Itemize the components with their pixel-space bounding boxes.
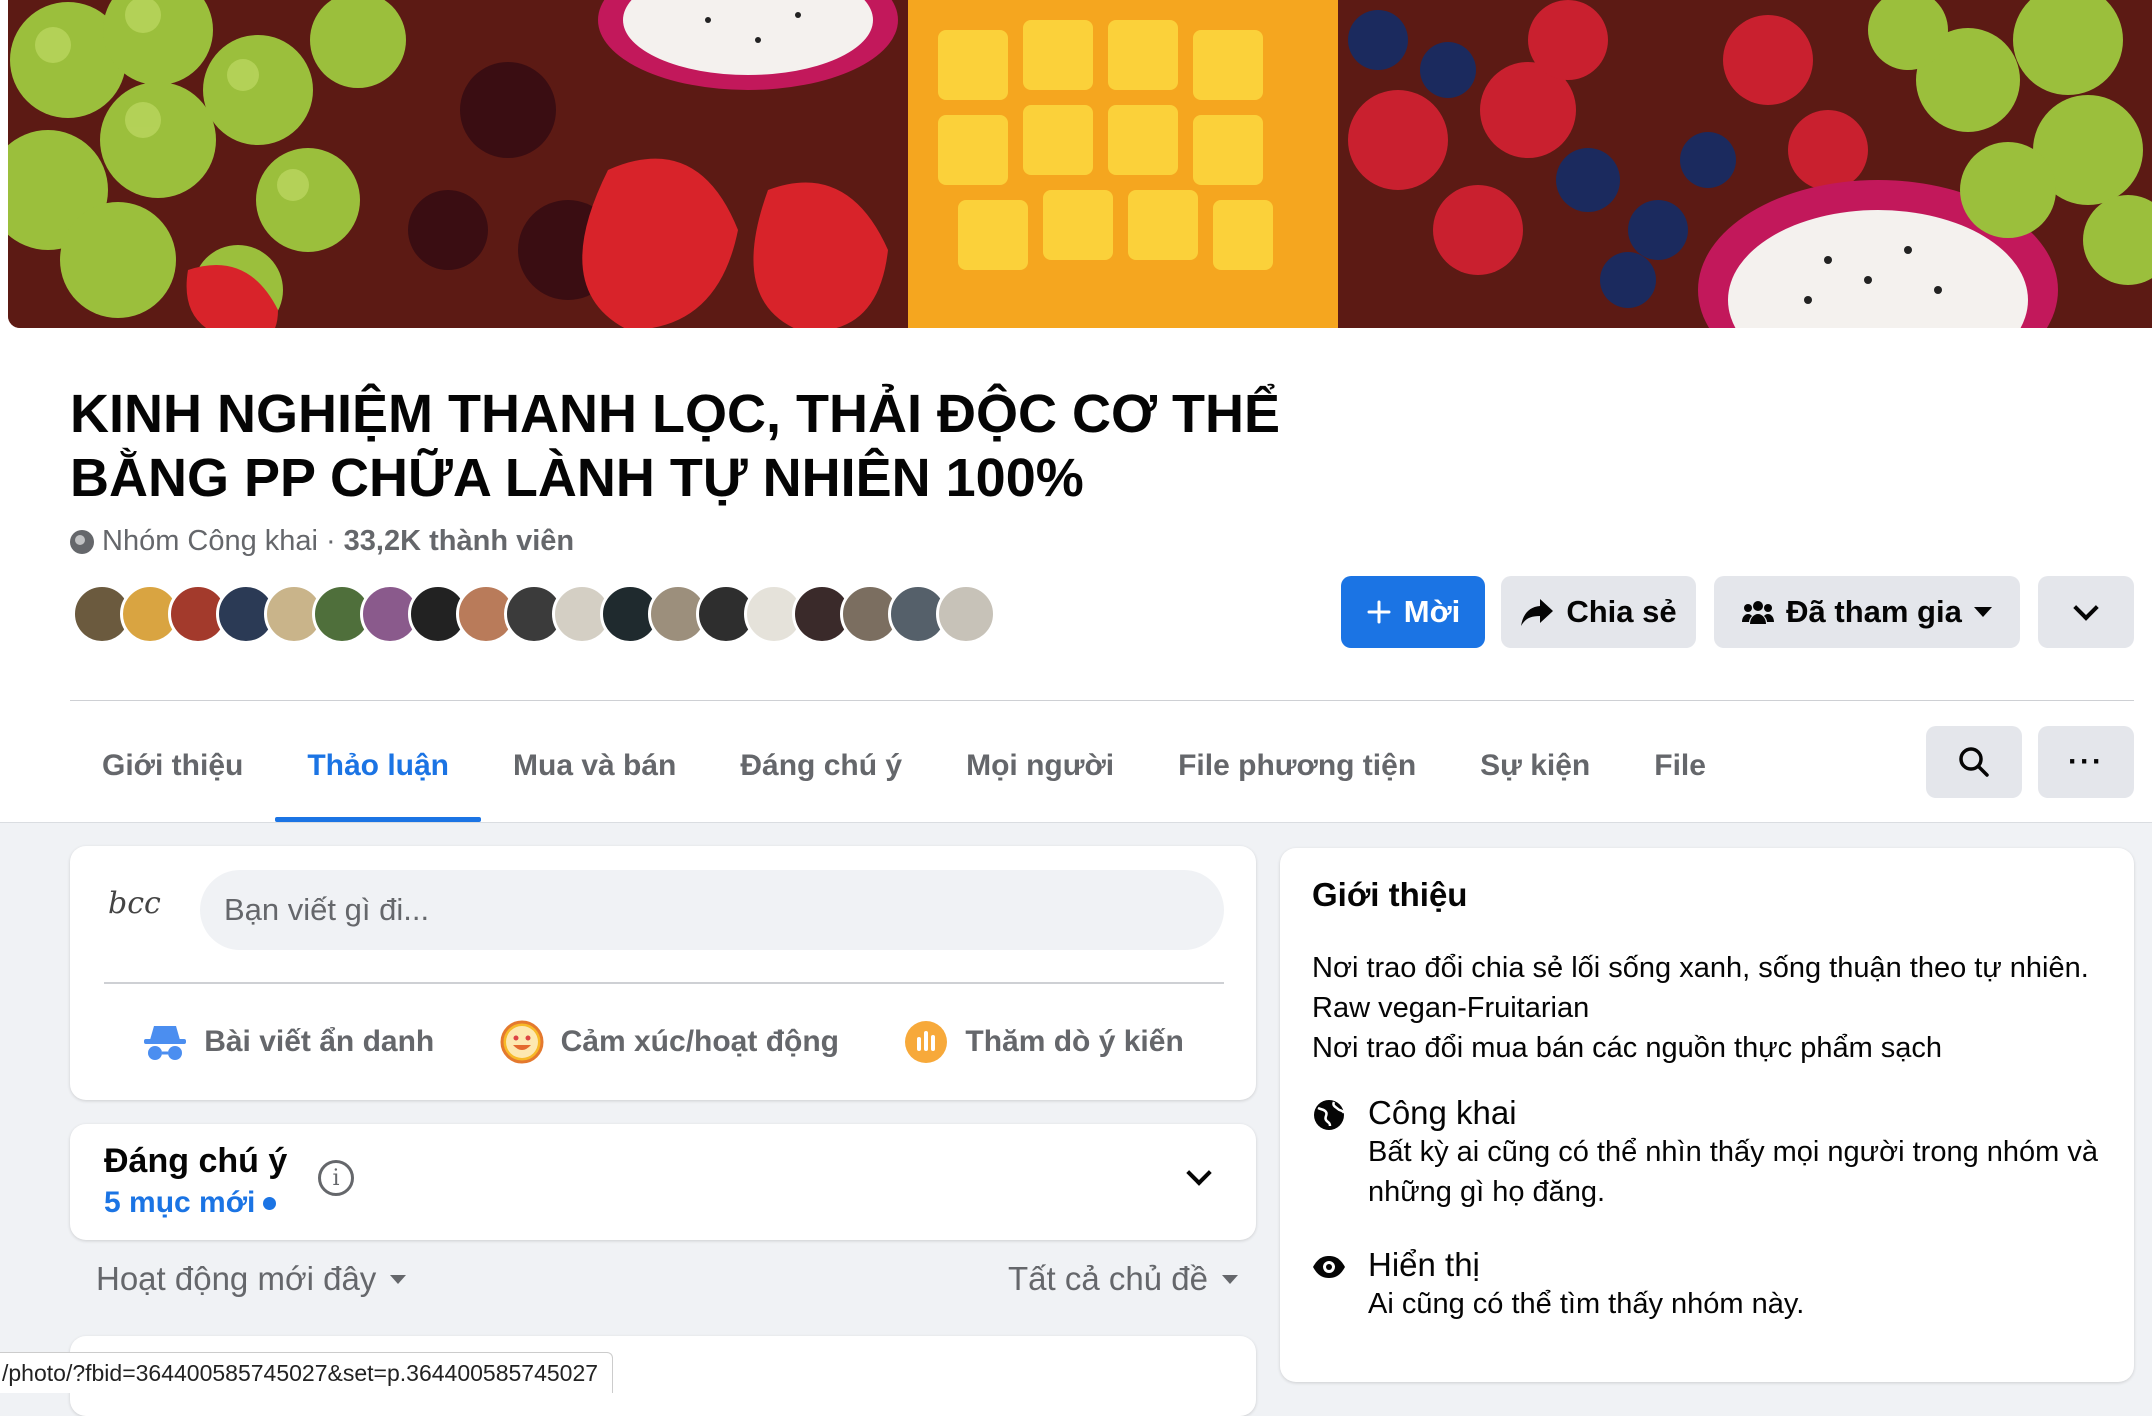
share-arrow-icon [1521,599,1554,626]
group-title[interactable]: KINH NGHIỆM THANH LỌC, THẢI ĐỘC CƠ THỂ B… [70,382,1370,510]
composer-divider [104,982,1224,984]
member-avatars[interactable] [72,584,996,644]
visible-description: Ai cũng có thể tìm thấy nhóm này. [1368,1288,1805,1320]
tab-about[interactable]: Giới thiệu [70,710,275,822]
member-count[interactable]: 33,2K thành viên [344,525,574,558]
tab-events[interactable]: Sự kiện [1448,710,1622,822]
share-label: Chia sẻ [1566,594,1677,629]
about-card: Giới thiệu Nơi trao đổi chia sẻ lối sống… [1280,848,2134,1382]
about-description-line: Nơi trao đổi mua bán các nguồn thực phẩm… [1312,1032,1943,1064]
tab-more-button[interactable]: ··· [2038,726,2134,798]
privacy-label: Nhóm Công khai [102,525,318,557]
tab-people[interactable]: Mọi người [934,710,1146,822]
cover-photo[interactable] [8,0,2152,328]
about-description-line: Nơi trao đổi chia sẻ lối sống xanh, sống… [1312,952,2089,1024]
joined-button[interactable]: Đã tham gia [1714,576,2020,648]
caret-down-icon [1973,607,1992,617]
meta-separator: · [326,525,336,557]
feeling-activity-button[interactable]: Cảm xúc/hoạt động [499,1019,839,1065]
group-tabs: Giới thiệu Thảo luận Mua và bán Đáng chú… [70,710,1738,822]
smiley-icon [499,1019,545,1065]
tab-buy-sell[interactable]: Mua và bán [481,710,708,822]
invite-button[interactable]: Mời [1341,576,1485,648]
avatar[interactable] [936,584,996,644]
sort-recent-activity[interactable]: Hoạt động mới đây [96,1260,407,1298]
poll-icon [903,1019,949,1065]
incognito-icon [142,1019,188,1065]
globe-icon [70,529,94,554]
more-options-button[interactable] [2038,576,2134,648]
about-public-row: Công khai Bất kỳ ai cũng có thể nhìn thấ… [1312,1094,2128,1212]
eye-icon [1313,1256,1345,1278]
featured-new-items: 5 mục mới [104,1186,277,1220]
search-group-button[interactable] [1926,726,2022,798]
chevron-down-icon [2073,595,2099,621]
caret-down-icon [1221,1274,1238,1284]
header-divider [70,700,2134,701]
chevron-down-icon[interactable] [1186,1160,1212,1186]
post-composer: bcc Bạn viết gì đi... Bài viết ẩn danh C… [70,846,1256,1100]
poll-button[interactable]: Thăm dò ý kiến [903,1019,1184,1065]
globe-icon [1314,1100,1346,1130]
new-indicator-dot [263,1196,277,1210]
plus-icon [1367,600,1391,624]
anonymous-post-label: Bài viết ẩn danh [204,1025,435,1058]
group-people-icon [1742,601,1775,624]
fruit-cover-image [8,0,2152,328]
new-items-label: 5 mục mới [104,1186,256,1219]
tab-featured[interactable]: Đáng chú ý [708,710,934,822]
anonymous-post-button[interactable]: Bài viết ẩn danh [142,1019,434,1065]
public-description: Bất kỳ ai cũng có thể nhìn thấy mọi ngườ… [1368,1136,2098,1208]
tab-media[interactable]: File phương tiện [1146,710,1448,822]
poll-label: Thăm dò ý kiến [965,1025,1184,1058]
post-input[interactable]: Bạn viết gì đi... [200,870,1224,950]
about-heading: Giới thiệu [1312,876,1468,913]
about-description: Nơi trao đổi chia sẻ lối sống xanh, sống… [1312,948,2102,1068]
sort-label: Hoạt động mới đây [96,1260,377,1297]
feeling-activity-label: Cảm xúc/hoạt động [560,1025,839,1058]
status-bar-url: /photo/?fbid=364400585745027&set=p.36440… [0,1352,614,1393]
featured-title: Đáng chú ý [104,1142,288,1180]
visible-title: Hiển thị [1368,1246,1480,1283]
tab-files[interactable]: File [1622,710,1738,822]
joined-label: Đã tham gia [1786,594,1962,629]
user-avatar-logo[interactable]: bcc [108,886,161,921]
invite-label: Mời [1403,594,1461,629]
group-meta: Nhóm Công khai · 33,2K thành viên [70,525,574,558]
caret-down-icon [390,1274,407,1284]
search-icon [1959,747,1989,777]
topic-filter[interactable]: Tất cả chủ đề [1008,1260,1238,1298]
info-icon[interactable]: i [318,1160,354,1196]
share-button[interactable]: Chia sẻ [1501,576,1696,648]
tab-discussion[interactable]: Thảo luận [275,710,481,822]
composer-actions: Bài viết ẩn danh Cảm xúc/hoạt động Thăm … [70,994,1256,1090]
about-visible-row: Hiển thị Ai cũng có thể tìm thấy nhóm nà… [1312,1246,2128,1324]
public-title: Công khai [1368,1094,1517,1131]
topic-filter-label: Tất cả chủ đề [1008,1260,1208,1297]
featured-section[interactable]: Đáng chú ý 5 mục mới i [70,1124,1256,1240]
